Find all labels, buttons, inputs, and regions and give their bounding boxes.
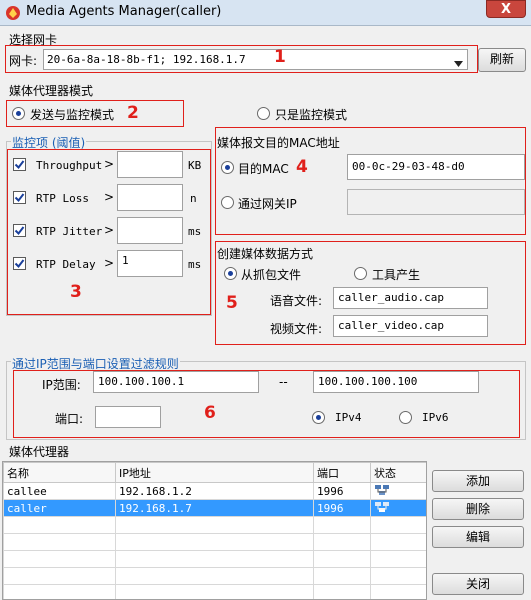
- rtp-delay-label: RTP Delay: [36, 258, 96, 271]
- from-tool-radio[interactable]: [354, 267, 367, 280]
- monitor-only-label: 只是监控模式: [275, 108, 348, 122]
- table-row-empty: [3, 567, 426, 585]
- agent-status-cell: [370, 499, 426, 517]
- from-capture-radio[interactable]: [224, 267, 237, 280]
- annotation-number-1: 1: [274, 47, 286, 67]
- ipv4-radio[interactable]: [312, 411, 325, 424]
- ipv6-label: IPv6: [422, 411, 449, 424]
- column-header-port[interactable]: 端口: [313, 462, 371, 483]
- from-capture-label: 从抓包文件: [241, 268, 302, 282]
- rtp-delay-input[interactable]: 1: [117, 250, 183, 277]
- dest-mac-radio[interactable]: [221, 161, 234, 174]
- rtp-jitter-unit: ms: [188, 225, 202, 238]
- nic-select[interactable]: 20-6a-8a-18-8b-f1; 192.168.1.7: [43, 49, 468, 70]
- column-header-name[interactable]: 名称: [3, 462, 116, 483]
- throughput-label: Throughput: [36, 159, 103, 172]
- window-close-button[interactable]: X: [486, 0, 526, 18]
- send-monitor-label: 发送与监控模式: [30, 108, 115, 122]
- table-row-empty: [3, 584, 426, 599]
- ip-to-input[interactable]: 100.100.100.100: [313, 371, 479, 393]
- add-button[interactable]: 添加: [432, 470, 524, 492]
- rtp-delay-arrow: >: [104, 256, 115, 270]
- gateway-ip-radio[interactable]: [221, 196, 234, 209]
- annotation-number-2: 2: [127, 103, 139, 123]
- rtp-loss-checkbox[interactable]: [13, 191, 26, 204]
- ipv6-radio[interactable]: [399, 411, 412, 424]
- ip-from-input[interactable]: 100.100.100.1: [93, 371, 259, 393]
- rtp-delay-unit: ms: [188, 258, 202, 271]
- annotation-number-6: 6: [204, 403, 216, 423]
- edit-button[interactable]: 编辑: [432, 526, 524, 548]
- agents-table: 名称 IP地址 端口 状态 callee 192.168.1.2 1996 ca…: [3, 462, 426, 599]
- dest-mac-label: 目的MAC: [238, 162, 289, 176]
- agents-group-label: 媒体代理器: [9, 445, 70, 459]
- rtp-loss-arrow: >: [104, 190, 115, 204]
- table-row[interactable]: caller 192.168.1.7 1996: [3, 499, 426, 517]
- agents-table-container[interactable]: 名称 IP地址 端口 状态 callee 192.168.1.2 1996 ca…: [2, 461, 427, 600]
- table-row-empty: [3, 516, 426, 534]
- app-icon: [6, 6, 20, 20]
- mac-group-label: 媒体报文目的MAC地址: [217, 136, 340, 150]
- window-title: Media Agents Manager(caller): [26, 4, 222, 19]
- table-row-empty: [3, 550, 426, 568]
- audio-file-label: 语音文件:: [270, 294, 323, 308]
- rtp-jitter-input[interactable]: [117, 217, 183, 244]
- agent-port-cell: 1996: [313, 482, 371, 500]
- annotation-number-5: 5: [226, 293, 238, 313]
- rtp-loss-label: RTP Loss: [36, 192, 89, 205]
- throughput-unit: KB: [188, 159, 202, 172]
- ip-range-label: IP范围:: [42, 378, 81, 392]
- from-tool-label: 工具产生: [372, 268, 421, 282]
- rtp-jitter-checkbox[interactable]: [13, 224, 26, 237]
- agent-ip-cell: 192.168.1.2: [115, 482, 314, 500]
- rtp-jitter-arrow: >: [104, 223, 115, 237]
- ip-range-separator: --: [279, 375, 288, 389]
- gateway-ip-label: 通过网关IP: [238, 197, 297, 211]
- refresh-button[interactable]: 刷新: [478, 48, 526, 72]
- port-label: 端口:: [55, 412, 84, 426]
- delete-button[interactable]: 删除: [432, 498, 524, 520]
- agent-name-cell: callee: [3, 482, 116, 500]
- agent-status-cell: [370, 482, 426, 500]
- annotation-number-3: 3: [70, 282, 82, 302]
- network-icon: [375, 484, 389, 495]
- rtp-jitter-label: RTP Jitter: [36, 225, 103, 238]
- monitor-only-radio[interactable]: [257, 107, 270, 120]
- ipv4-label: IPv4: [335, 411, 362, 424]
- dest-mac-input[interactable]: 00-0c-29-03-48-d0: [347, 154, 525, 180]
- rtp-loss-unit: n: [190, 192, 197, 205]
- table-row-empty: [3, 533, 426, 551]
- video-file-input[interactable]: caller_video.cap: [333, 315, 488, 337]
- throughput-input[interactable]: [117, 151, 183, 178]
- throughput-arrow: >: [104, 157, 115, 171]
- nic-field-label: 网卡:: [9, 54, 38, 68]
- agent-ip-cell: 192.168.1.7: [115, 499, 314, 517]
- column-header-ip[interactable]: IP地址: [115, 462, 314, 483]
- column-header-status[interactable]: 状态: [370, 462, 426, 483]
- throughput-checkbox[interactable]: [13, 158, 26, 171]
- network-icon: [375, 501, 389, 512]
- agent-port-cell: 1996: [313, 499, 371, 517]
- mode-group-label: 媒体代理器模式: [9, 84, 94, 98]
- video-file-label: 视频文件:: [270, 322, 323, 336]
- chevron-down-icon[interactable]: [454, 56, 463, 72]
- gateway-ip-input[interactable]: [347, 189, 525, 215]
- title-bar: Media Agents Manager(caller): [0, 0, 531, 26]
- nic-select-value: 20-6a-8a-18-8b-f1; 192.168.1.7: [47, 53, 246, 66]
- create-group-label: 创建媒体数据方式: [217, 247, 314, 261]
- close-button[interactable]: 关闭: [432, 573, 524, 595]
- table-header-row: 名称 IP地址 端口 状态: [3, 462, 426, 483]
- port-input[interactable]: [95, 406, 161, 428]
- annotation-number-4: 4: [296, 157, 308, 177]
- audio-file-input[interactable]: caller_audio.cap: [333, 287, 488, 309]
- rtp-loss-input[interactable]: [117, 184, 183, 211]
- agent-name-cell: caller: [3, 499, 116, 517]
- send-monitor-radio[interactable]: [12, 107, 25, 120]
- table-row[interactable]: callee 192.168.1.2 1996: [3, 482, 426, 500]
- rtp-delay-checkbox[interactable]: [13, 257, 26, 270]
